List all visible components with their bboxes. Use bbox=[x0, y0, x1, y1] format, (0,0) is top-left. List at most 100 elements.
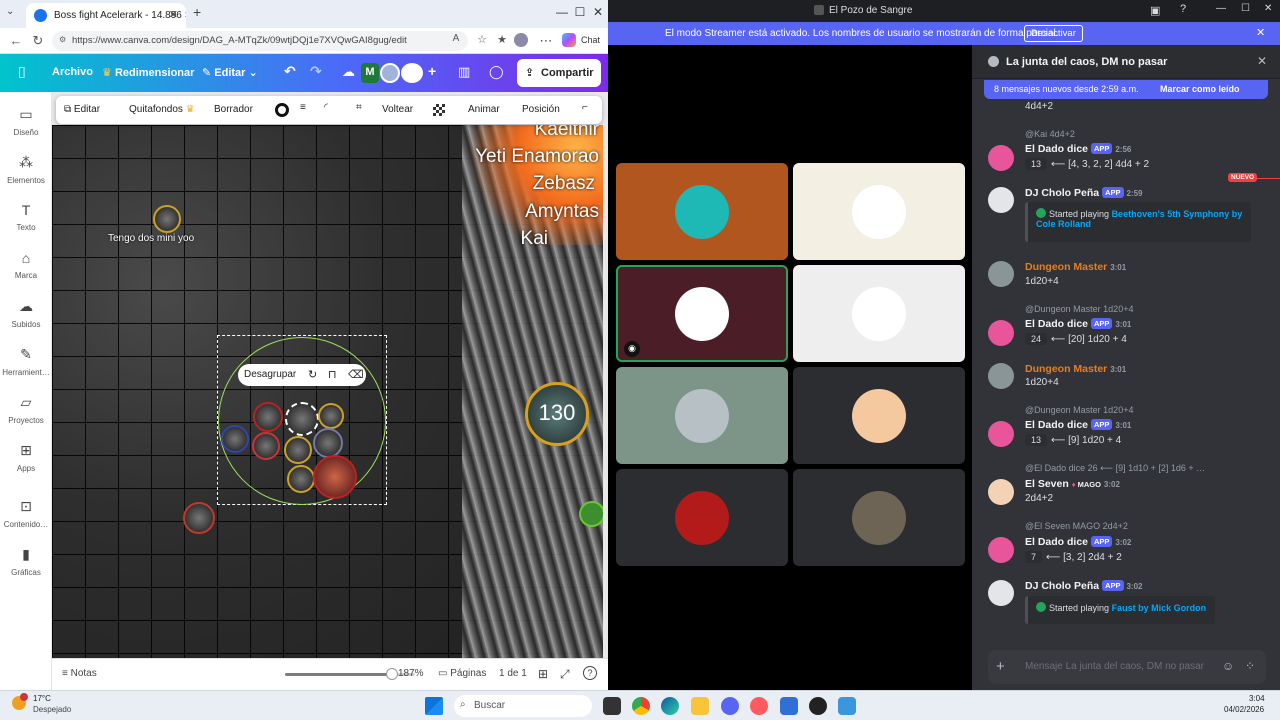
app-icon[interactable] bbox=[750, 697, 768, 715]
help-icon[interactable]: ? bbox=[583, 666, 597, 680]
ungroup-button[interactable]: Desagrupar bbox=[244, 369, 296, 380]
fullscreen-icon[interactable]: ⤢ bbox=[560, 667, 570, 682]
voice-tile[interactable] bbox=[793, 367, 965, 464]
zoom-slider[interactable] bbox=[285, 668, 415, 680]
weather-temp[interactable]: 17°C bbox=[33, 694, 51, 703]
message-author[interactable]: DJ Cholo Peña APP 2:59 bbox=[1025, 187, 1142, 199]
undo-icon[interactable]: ↶ bbox=[284, 63, 296, 80]
player-token[interactable] bbox=[153, 205, 181, 233]
group-token[interactable] bbox=[221, 425, 249, 453]
voice-tile[interactable] bbox=[793, 469, 965, 566]
pages-button[interactable]: ▭ Páginas bbox=[438, 668, 486, 679]
insights-icon[interactable]: ▥ bbox=[458, 64, 470, 80]
border-weight-icon[interactable]: ≡ bbox=[300, 102, 306, 113]
crop-icon[interactable]: ⌗ bbox=[356, 102, 362, 113]
zoom-slider-knob[interactable] bbox=[385, 668, 398, 680]
site-info-icon[interactable]: ⚙ bbox=[59, 35, 66, 44]
reload-icon[interactable]: ↻ bbox=[30, 33, 46, 49]
reply-reference[interactable]: @Dungeon Master 1d20+4 bbox=[1025, 405, 1133, 415]
minimize-icon[interactable]: — bbox=[552, 5, 572, 19]
favorites-icon[interactable]: ★ bbox=[494, 33, 510, 46]
rail-marca[interactable]: ⌂ Marca bbox=[0, 250, 52, 280]
close-banner-icon[interactable]: ✕ bbox=[1256, 26, 1265, 39]
message-author[interactable]: El Seven ♦ MAGO 3:02 bbox=[1025, 478, 1120, 490]
message-author[interactable]: El Dado dice APP 2:56 bbox=[1025, 143, 1131, 155]
grid-view-icon[interactable]: ⊞ bbox=[538, 667, 548, 681]
mark-read-button[interactable]: Marcar como leído bbox=[1160, 84, 1240, 94]
embed-link[interactable]: Faust by Mick Gordon bbox=[1112, 603, 1207, 613]
cloud-save-icon[interactable]: ☁ bbox=[342, 64, 355, 80]
toolbar-quitafondos[interactable]: Quitafondos ♛ bbox=[129, 104, 195, 115]
windows-start-icon[interactable] bbox=[425, 697, 443, 715]
group-token-selected[interactable] bbox=[285, 402, 319, 436]
toolbar-editar[interactable]: ⧉ Editar bbox=[64, 104, 100, 115]
apps-icon[interactable]: ⁘ bbox=[1245, 659, 1255, 673]
toolbar-posicion[interactable]: Posición bbox=[522, 104, 560, 115]
reply-reference[interactable]: @Kai 4d4+2 bbox=[1025, 129, 1075, 139]
rail-contenido[interactable]: ⊡ Contenido… bbox=[0, 498, 52, 529]
dice-bot-avatar[interactable] bbox=[988, 145, 1014, 171]
browser-tab[interactable]: Boss fight Acelerark - 14.896 × 17… ✕ bbox=[26, 3, 186, 28]
taskbar-search[interactable]: ⌕ Buscar bbox=[454, 695, 592, 717]
toolbar-animar[interactable]: Animar bbox=[468, 104, 500, 115]
file-explorer-icon[interactable] bbox=[691, 697, 709, 715]
voice-tile[interactable] bbox=[616, 163, 788, 260]
clock-time[interactable]: 3:04 bbox=[1249, 694, 1265, 703]
message-author[interactable]: Dungeon Master 3:01 bbox=[1025, 261, 1126, 273]
menu-redimensionar[interactable]: ♛ Redimensionar bbox=[102, 66, 194, 79]
rail-texto[interactable]: T Texto bbox=[0, 202, 52, 232]
group-token[interactable] bbox=[253, 402, 283, 432]
seven-avatar[interactable] bbox=[988, 479, 1014, 505]
voice-tile[interactable] bbox=[616, 367, 788, 464]
dj-avatar[interactable] bbox=[988, 580, 1014, 606]
rail-diseno[interactable]: ▭ Diseño bbox=[0, 106, 52, 137]
help-icon[interactable]: ? bbox=[1180, 3, 1186, 15]
group-token[interactable] bbox=[313, 428, 343, 458]
edge-icon[interactable] bbox=[661, 697, 679, 715]
group-token[interactable] bbox=[318, 403, 344, 429]
dm-avatar[interactable] bbox=[988, 363, 1014, 389]
voice-tile[interactable] bbox=[616, 469, 788, 566]
rail-graficas[interactable]: ▮ Gráficas bbox=[0, 546, 52, 577]
collaborator-avatar[interactable]: M bbox=[361, 63, 379, 83]
close-thread-icon[interactable]: ✕ bbox=[1257, 54, 1267, 68]
url-field[interactable]: ⚙ https://www.canva.com/design/DAG_A-MTq… bbox=[52, 31, 468, 51]
share-button[interactable]: ⇪ Compartir bbox=[517, 59, 601, 87]
close-icon[interactable]: ✕ bbox=[1264, 3, 1272, 14]
message-author[interactable]: DJ Cholo Peña APP 3:02 bbox=[1025, 580, 1142, 592]
voice-tile-speaking[interactable]: ◉ bbox=[616, 265, 788, 362]
rail-apps[interactable]: ⊞ Apps bbox=[0, 442, 52, 473]
dm-avatar[interactable] bbox=[988, 261, 1014, 287]
read-aloud-icon[interactable]: A bbox=[448, 33, 464, 44]
voice-tile[interactable] bbox=[793, 163, 965, 260]
reply-reference[interactable]: @Dungeon Master 1d20+4 bbox=[1025, 304, 1133, 314]
maximize-icon[interactable]: ☐ bbox=[1241, 3, 1250, 14]
group-token-large[interactable] bbox=[313, 455, 357, 499]
menu-archivo[interactable]: Archivo bbox=[52, 66, 93, 78]
favorite-star-icon[interactable]: ☆ bbox=[474, 33, 490, 46]
new-tab-icon[interactable]: + bbox=[193, 4, 201, 20]
toolbar-voltear[interactable]: Voltear bbox=[382, 104, 413, 115]
present-icon[interactable] bbox=[401, 63, 423, 83]
message-input[interactable]: + Mensaje La junta del caos, DM no pasar… bbox=[988, 650, 1266, 684]
reply-reference[interactable]: @El Seven MAGO 2d4+2 bbox=[1025, 521, 1128, 531]
message-author[interactable]: El Dado dice APP 3:01 bbox=[1025, 419, 1131, 431]
comment-icon[interactable]: ◯ bbox=[489, 64, 504, 80]
green-token[interactable] bbox=[579, 501, 603, 527]
emoji-icon[interactable]: ☺ bbox=[1222, 659, 1234, 673]
corner-radius-icon[interactable]: ◜ bbox=[324, 102, 328, 113]
attach-plus-icon[interactable]: + bbox=[996, 658, 1005, 675]
tab-list-icon[interactable]: ⌄ bbox=[6, 6, 14, 17]
transparency-icon[interactable] bbox=[433, 104, 445, 116]
user-avatar[interactable] bbox=[380, 63, 400, 83]
more-icon[interactable]: ⋯ bbox=[538, 33, 554, 49]
task-view-icon[interactable] bbox=[603, 697, 621, 715]
voice-tile[interactable] bbox=[793, 265, 965, 362]
paint-format-icon[interactable]: ⌐ bbox=[582, 102, 588, 113]
message-author[interactable]: El Dado dice APP 3:01 bbox=[1025, 318, 1131, 330]
profile-avatar[interactable] bbox=[514, 33, 528, 47]
menu-editar[interactable]: ✎ Editar ⌄ bbox=[202, 66, 258, 79]
enemy-token[interactable] bbox=[183, 502, 215, 534]
notepad-icon[interactable] bbox=[780, 697, 798, 715]
delete-icon[interactable]: ⌫ bbox=[348, 368, 364, 381]
